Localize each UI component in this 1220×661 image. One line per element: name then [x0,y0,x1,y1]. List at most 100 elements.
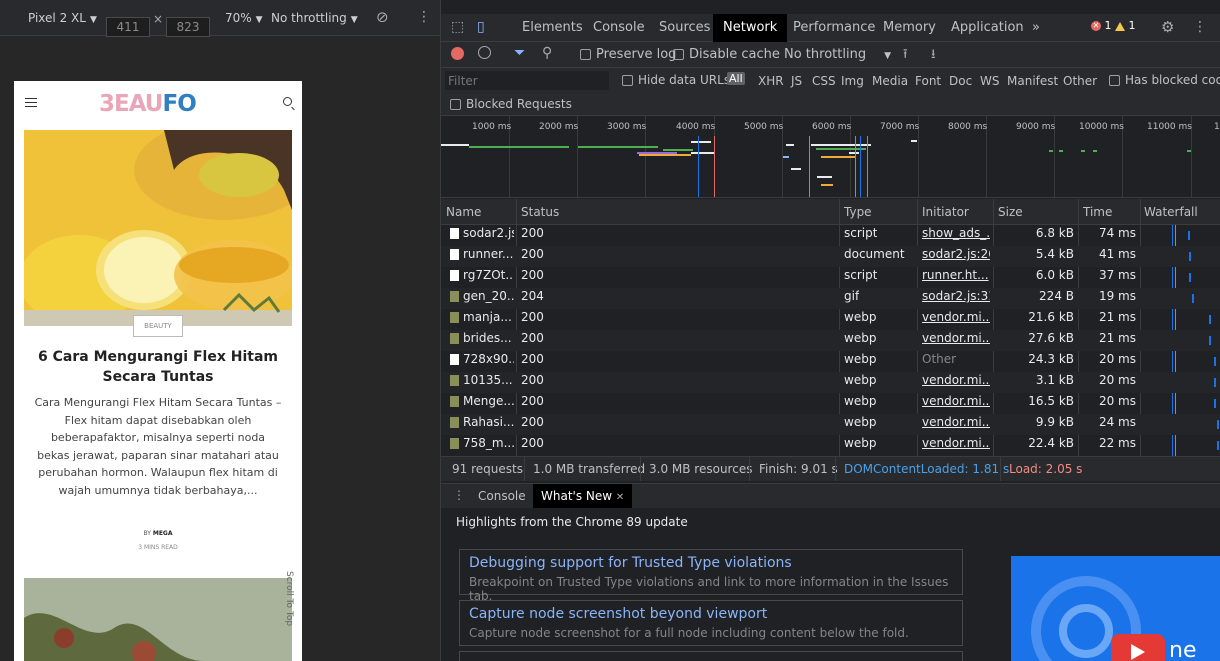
cell-name[interactable]: 758_m... [450,436,514,450]
tab-performance[interactable]: Performance [793,20,875,35]
clear-icon[interactable] [478,46,491,59]
table-row[interactable]: 758_m... 200 webp vendor.mi... 22.4 kB 22 ms [441,435,1220,456]
filter-type-other[interactable]: Other [1063,74,1097,88]
column-divider[interactable] [516,199,517,224]
column-divider[interactable] [993,199,994,224]
waterfall-bar[interactable] [1217,441,1219,450]
more-tabs-button[interactable]: » [1032,20,1040,35]
tab-network[interactable]: Network [713,14,788,42]
filter-icon[interactable]: ⏷ [514,45,525,61]
search-icon[interactable] [283,97,292,106]
cell-initiator[interactable]: Other [922,352,990,366]
column-initiator[interactable]: Initiator [922,205,969,219]
column-type[interactable]: Type [844,205,872,219]
export-har-icon[interactable]: ⭳ [931,45,936,67]
preserve-log-checkbox[interactable]: Preserve log [580,47,676,62]
cell-name[interactable]: brides... [450,331,514,345]
table-row[interactable]: Rahasi... 200 webp vendor.mi... 9.9 kB 24 ms [441,414,1220,435]
article-image-second[interactable] [24,578,292,661]
card-title[interactable]: Capture node screenshot beyond viewport [469,606,767,622]
column-divider[interactable] [1078,199,1079,224]
table-row[interactable]: Menge... 200 webp vendor.mi... 16.5 kB 20 ms [441,393,1220,414]
waterfall-bar[interactable] [1209,315,1211,324]
search-icon[interactable]: ⚲ [542,45,552,61]
cell-initiator[interactable]: vendor.mi... [922,331,990,345]
article-title[interactable]: 6 Cara Mengurangi Flex Hitam Secara Tunt… [14,347,302,387]
filter-type-js[interactable]: JS [791,74,802,88]
tab-memory[interactable]: Memory [883,20,936,35]
filter-type-img[interactable]: Img [841,74,864,88]
cell-initiator[interactable]: vendor.mi... [922,310,990,324]
network-overview-timeline[interactable]: 1000 ms 2000 ms 3000 ms 4000 ms 5000 ms … [441,116,1220,198]
cell-name[interactable]: 728x90... [450,352,514,366]
table-row[interactable]: gen_20... 204 gif sodar2.js:31 224 B 19 ms [441,288,1220,309]
blocked-requests-checkbox[interactable]: Blocked Requests [450,97,572,111]
filter-type-manifest[interactable]: Manifest [1007,74,1058,88]
waterfall-bar[interactable] [1214,378,1216,387]
filter-type-doc[interactable]: Doc [949,74,972,88]
cell-initiator[interactable]: sodar2.js:31 [922,289,990,303]
zoom-select[interactable]: 70% ▼ [225,11,263,25]
whats-new-card[interactable] [459,651,963,661]
table-row[interactable]: 10135... 200 webp vendor.mi... 3.1 kB 20 ms [441,372,1220,393]
column-status[interactable]: Status [521,205,559,219]
drawer-tab-whats-new[interactable]: What's New ✕ [533,484,633,509]
filter-input[interactable] [445,71,609,90]
category-badge[interactable]: BEAUTY [133,315,183,337]
record-icon[interactable] [451,47,464,60]
tab-application[interactable]: Application [951,20,1024,35]
column-size[interactable]: Size [998,205,1023,219]
cell-initiator[interactable]: vendor.mi... [922,373,990,387]
column-divider[interactable] [917,199,918,224]
cell-initiator[interactable]: runner.ht... [922,268,990,282]
inspect-element-icon[interactable]: ⬚ [451,19,464,35]
tab-console[interactable]: Console [593,20,645,35]
waterfall-bar[interactable] [1214,399,1216,408]
table-row[interactable]: runner.... 200 document sodar2.js:26 5.4 kB 4… [441,246,1220,267]
column-waterfall[interactable]: Waterfall [1144,205,1198,219]
cell-initiator[interactable]: vendor.mi... [922,436,990,450]
close-icon[interactable]: ✕ [616,492,624,503]
drawer-menu-icon[interactable]: ⋮ [453,488,465,502]
column-time[interactable]: Time [1083,205,1112,219]
blocked-cookies-checkbox[interactable]: Has blocked cookies [1109,73,1220,87]
waterfall-bar[interactable] [1209,336,1211,345]
cell-name[interactable]: runner.... [450,247,514,261]
site-logo[interactable]: 3EAUFO [99,91,197,117]
table-row[interactable]: sodar2.js 200 script show_ads_... 6.8 kB 74 m… [441,225,1220,246]
cell-name[interactable]: rg7ZOt... [450,268,514,282]
card-title[interactable]: Debugging support for Trusted Type viola… [469,555,792,571]
column-name[interactable]: Name [446,205,481,219]
cell-name[interactable]: sodar2.js [450,226,514,240]
filter-type-font[interactable]: Font [915,74,941,88]
whats-new-video-thumbnail[interactable]: ne [1011,556,1220,661]
hamburger-menu-icon[interactable] [25,98,37,107]
rotate-icon[interactable]: ⊘ [376,8,389,26]
author-name[interactable]: MEGA [153,530,173,537]
waterfall-bar[interactable] [1214,357,1216,366]
cell-name[interactable]: Menge... [450,394,514,408]
throttling-select[interactable]: No throttling ▼ [271,11,358,25]
disable-cache-checkbox[interactable]: Disable cache [673,47,780,62]
scroll-to-top-link[interactable]: Scroll To Top [282,571,294,651]
more-options-icon[interactable]: ⋮ [1193,19,1207,35]
filter-type-xhr[interactable]: XHR [758,74,784,88]
filter-type-media[interactable]: Media [872,74,908,88]
drawer-tab-console[interactable]: Console [478,489,526,503]
tab-elements[interactable]: Elements [522,20,583,35]
cell-name[interactable]: 10135... [450,373,514,387]
tab-sources[interactable]: Sources [659,20,710,35]
cell-initiator[interactable]: show_ads_... [922,226,990,240]
whats-new-card[interactable]: Capture node screenshot beyond viewport … [459,600,963,646]
height-input[interactable]: 823 [166,17,210,37]
column-divider[interactable] [839,199,840,224]
more-options-icon[interactable]: ⋮ [417,9,431,25]
filter-type-all[interactable]: All [727,72,745,85]
filter-type-ws[interactable]: WS [980,74,999,88]
waterfall-bar[interactable] [1189,252,1191,261]
table-row[interactable]: brides... 200 webp vendor.mi... 27.6 kB 21 ms [441,330,1220,351]
device-select[interactable]: Pixel 2 XL ▼ [28,11,97,25]
gear-icon[interactable]: ⚙ [1161,18,1174,36]
waterfall-bar[interactable] [1217,420,1219,429]
table-row[interactable]: 728x90... 200 webp Other 24.3 kB 20 ms [441,351,1220,372]
